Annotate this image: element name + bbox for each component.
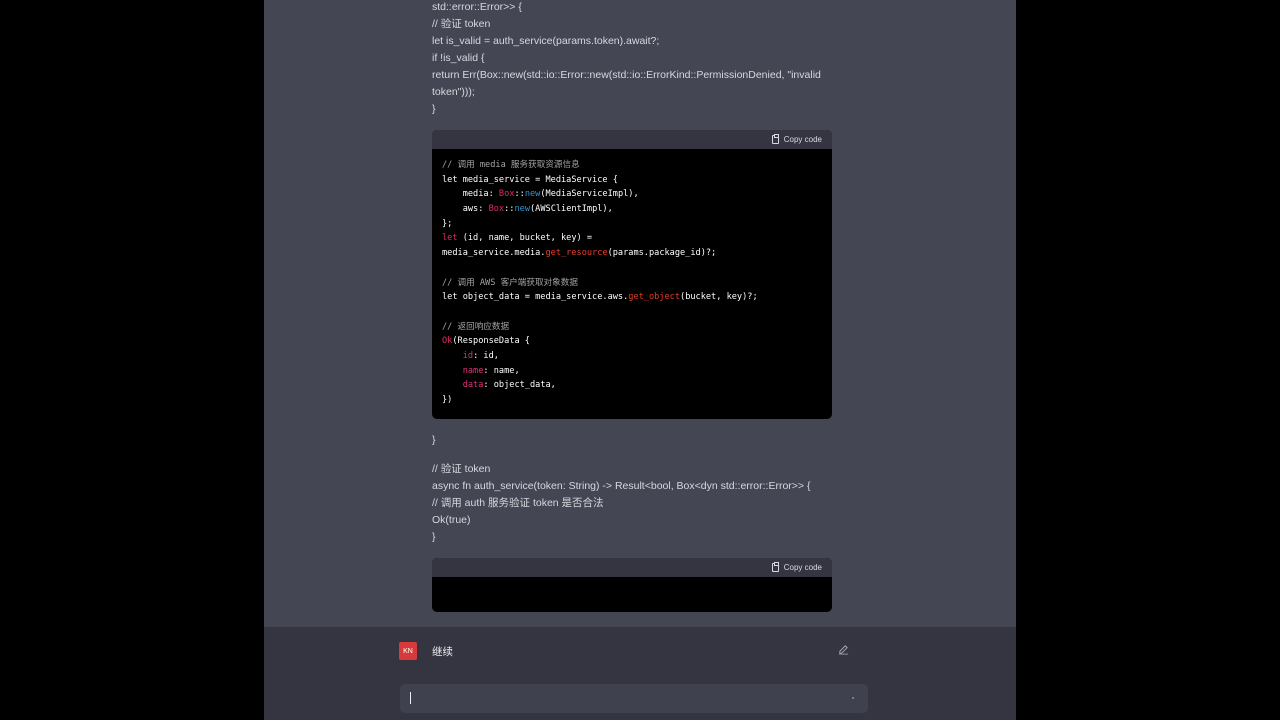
code-line: media_service.media.get_resource(params.… <box>442 246 822 261</box>
code-token: media: <box>442 189 499 200</box>
send-icon[interactable] <box>852 697 854 699</box>
code-token: (bucket, key)?; <box>680 292 758 303</box>
user-avatar: KN <box>399 642 417 660</box>
user-message-text: 继续 <box>432 646 453 658</box>
code-line: data: object_data, <box>442 378 822 393</box>
text-line: let is_valid = auth_service(params.token… <box>432 35 660 47</box>
code-token: let <box>442 233 458 244</box>
code-token: new <box>524 189 541 200</box>
code-token: }) <box>442 395 453 405</box>
text-line: // 调用 auth 服务验证 token 是否合法 <box>432 497 604 509</box>
code-block: Copy code <box>432 558 832 612</box>
text-line: // 验证 token <box>432 463 491 475</box>
code-token: name <box>462 365 484 376</box>
copy-code-button[interactable]: Copy code <box>771 562 822 572</box>
code-token: (ResponseData { <box>452 336 530 347</box>
code-token: new <box>514 204 530 215</box>
text-caret <box>410 692 411 704</box>
copy-code-label: Copy code <box>783 563 822 572</box>
code-line: Ok(ResponseData { <box>442 334 822 349</box>
message-input[interactable] <box>400 684 868 713</box>
code-token: data <box>462 380 484 391</box>
edit-icon[interactable] <box>838 644 849 655</box>
composer-area <box>264 677 1016 720</box>
code-block: Copy code // 调用 media 服务获取资源信息 let media_… <box>432 130 832 419</box>
code-token: (params.package_id)?; <box>607 248 717 259</box>
code-line: let (id, name, bucket, key) = <box>442 231 822 246</box>
code-token: (id, name, bucket, key) = <box>457 233 593 244</box>
code-token: : id, <box>473 350 499 361</box>
clipboard-icon <box>771 134 779 144</box>
code-line: name: name, <box>442 364 822 379</box>
text-line: } <box>432 434 436 446</box>
code-token: Ok <box>442 336 453 347</box>
chat-conversation: std::error::Error>> { // 验证 token let is… <box>264 0 1016 720</box>
code-token: get_object <box>628 292 681 303</box>
code-token: aws: <box>442 204 489 215</box>
code-token: : name, <box>483 365 520 376</box>
code-content: // 调用 media 服务获取资源信息 let media_service = … <box>432 149 832 414</box>
code-block-header: Copy code <box>432 130 832 149</box>
code-token: let object_data = media_service.aws. <box>442 292 629 303</box>
code-line: // 返回响应数据 <box>442 320 822 335</box>
text-line: std::error::Error>> { <box>432 1 522 13</box>
code-token: id <box>462 350 474 361</box>
code-token: // 调用 AWS 客户端获取对象数据 <box>442 277 578 288</box>
code-token: : object_data, <box>483 380 556 391</box>
code-line: let object_data = media_service.aws.get_… <box>442 290 822 305</box>
code-block-header: Copy code <box>432 558 832 577</box>
code-token: media_service.media. <box>442 248 546 259</box>
code-content <box>432 577 832 592</box>
code-line: let media_service = MediaService { <box>442 173 822 188</box>
code-line: }; <box>442 217 822 232</box>
code-token: (AWSClientImpl), <box>530 204 613 215</box>
code-token: // 返回响应数据 <box>442 321 510 332</box>
code-line: media: Box::new(MediaServiceImpl), <box>442 187 822 202</box>
text-line: token"))); <box>432 86 475 98</box>
code-token: :: <box>504 204 515 215</box>
copy-code-label: Copy code <box>783 135 822 144</box>
code-token: Box <box>488 204 505 215</box>
code-token: }; <box>442 218 453 229</box>
text-line: } <box>432 531 436 543</box>
clipboard-icon <box>771 562 779 572</box>
code-token: :: <box>514 189 525 200</box>
user-message-row: KN 继续 <box>264 627 1016 677</box>
text-line: // 验证 token <box>432 18 491 30</box>
code-token: Box <box>498 189 515 200</box>
text-line: if !is_valid { <box>432 52 485 64</box>
text-line: Ok(true) <box>432 514 471 526</box>
text-line: return Err(Box::new(std::io::Error::new(… <box>432 69 821 81</box>
code-token: (MediaServiceImpl), <box>540 189 639 200</box>
code-line: // 调用 AWS 客户端获取对象数据 <box>442 276 822 291</box>
text-line: } <box>432 103 436 115</box>
code-token: // 调用 media 服务获取资源信息 <box>442 160 580 170</box>
copy-code-button[interactable]: Copy code <box>771 134 822 144</box>
text-line: async fn auth_service(token: String) -> … <box>432 480 811 492</box>
code-line: // 调用 media 服务获取资源信息 <box>442 158 822 173</box>
code-line: aws: Box::new(AWSClientImpl), <box>442 202 822 217</box>
code-token: get_resource <box>545 248 608 259</box>
code-line: }) <box>442 393 822 408</box>
code-line: id: id, <box>442 349 822 364</box>
code-token: let media_service = MediaService { <box>442 174 618 185</box>
